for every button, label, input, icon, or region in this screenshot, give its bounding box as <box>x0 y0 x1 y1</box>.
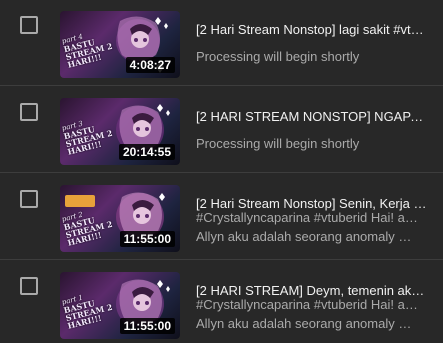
video-row[interactable]: part 3 BASTU STREAM 2 HARI!!! 20:14:55 [… <box>0 87 443 169</box>
duration-badge: 11:55:00 <box>119 231 175 247</box>
row-divider <box>0 85 443 86</box>
video-description: #Crystallyncaparina #vtuberid Hai! aku A… <box>196 295 418 333</box>
duration-badge: 4:08:27 <box>125 57 175 73</box>
select-checkbox[interactable] <box>20 103 38 121</box>
video-description: #Crystallyncaparina #vtuberid Hai! aku A… <box>196 208 418 246</box>
description-line: #Crystallyncaparina #vtuberid Hai! aku <box>196 210 418 225</box>
thumbnail-badge <box>65 195 95 207</box>
duration-badge: 11:55:00 <box>119 318 175 334</box>
description-line: #Crystallyncaparina #vtuberid Hai! aku <box>196 297 418 312</box>
processing-status: Processing will begin shortly <box>196 136 360 151</box>
description-line: Allyn aku adalah seorang anomaly dari du… <box>196 316 418 331</box>
video-thumbnail[interactable]: part 3 BASTU STREAM 2 HARI!!! 20:14:55 <box>60 98 180 165</box>
description-line: Allyn aku adalah seorang anomaly dari du… <box>196 229 418 244</box>
video-title[interactable]: [2 HARI STREAM NONSTOP] NGAPAIN YA <box>196 108 428 126</box>
select-checkbox[interactable] <box>20 190 38 208</box>
video-row[interactable]: part 2 BASTU STREAM 2 HARI!!! 11:55:00 [… <box>0 174 443 256</box>
video-thumbnail[interactable]: part 1 BASTU STREAM 2 HARI!!! 11:55:00 <box>60 272 180 339</box>
video-title[interactable]: [2 Hari Stream Nonstop] lagi sakit #vtub… <box>196 21 428 39</box>
video-row[interactable]: part 4 BASTU STREAM 2 HARI!!! 4:08:27 [2… <box>0 0 443 82</box>
video-upload-list: part 4 BASTU STREAM 2 HARI!!! 4:08:27 [2… <box>0 0 443 339</box>
select-checkbox[interactable] <box>20 277 38 295</box>
video-thumbnail[interactable]: part 4 BASTU STREAM 2 HARI!!! 4:08:27 <box>60 11 180 78</box>
video-thumbnail[interactable]: part 2 BASTU STREAM 2 HARI!!! 11:55:00 <box>60 185 180 252</box>
processing-status: Processing will begin shortly <box>196 49 360 64</box>
duration-badge: 20:14:55 <box>118 144 175 160</box>
row-divider <box>0 259 443 260</box>
video-row[interactable]: part 1 BASTU STREAM 2 HARI!!! 11:55:00 [… <box>0 261 443 343</box>
row-divider <box>0 172 443 173</box>
select-checkbox[interactable] <box>20 16 38 34</box>
